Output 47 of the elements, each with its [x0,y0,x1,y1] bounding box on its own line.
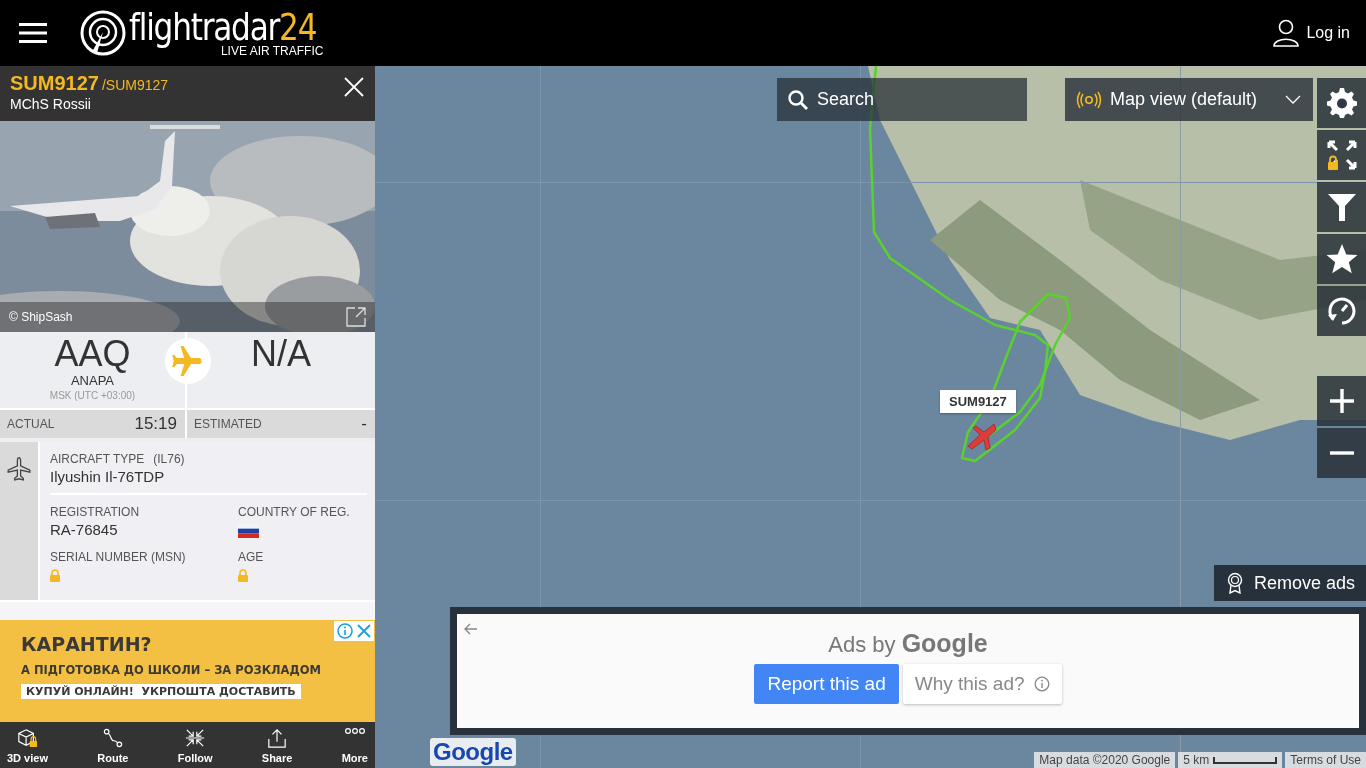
type-code: (IL76) [153,452,185,466]
time-label: ESTIMATED [194,417,262,431]
field-value: RA-76845 [50,521,119,538]
ad-banner[interactable]: КАРАНТИН? А ПІДГОТОВКА ДО ШКОЛИ – ЗА РОЗКЛАДОМ КУПУЙ ОНЛАЙН! УКРПОШТА ДОСТАВИТЬ [0,620,375,722]
operator-name: MChS Rossii [10,96,92,112]
origin-code: AAQ [54,334,131,374]
more-icon [343,728,366,734]
toolbar-button[interactable]: Share [258,722,296,768]
field-label: REGISTRATION [50,505,141,519]
flight-callsign: SUM9127 [10,72,99,94]
toolbar-button[interactable]: More [338,722,371,768]
lock-icon [238,569,248,582]
field-label: SERIAL NUMBER (MSN) [50,550,187,564]
time-value: - [361,414,367,434]
time-value: 15:19 [134,414,177,434]
close-button[interactable] [343,76,365,98]
destination-code: N/A [251,334,311,374]
logo-tagline: LIVE AIR TRAFFIC [220,45,324,57]
close-icon[interactable] [357,624,371,638]
origin-timezone: MSK (UTC +03:00) [49,390,136,401]
airplane-outline-icon [6,456,32,482]
radar-logo-icon [80,10,126,56]
ad-headline: КАРАНТИН? [21,633,153,655]
follow-arrows-icon [184,728,207,748]
lock-icon [50,569,60,582]
time-label: ACTUAL [7,417,55,431]
external-link-icon[interactable] [346,307,366,327]
toolbar-button[interactable]: Follow [174,722,216,768]
share-icon [266,728,289,748]
login-button[interactable]: Log in [1271,15,1352,51]
field-label: AIRCRAFT TYPE [50,452,145,466]
info-icon[interactable] [337,623,353,639]
ad-call-to-action: КУПУЙ ОНЛАЙН! УКРПОШТА ДОСТАВИТЬ [21,684,301,699]
toolbar-button[interactable]: Route [94,722,132,768]
ad-text: А ПІДГОТОВКА ДО ШКОЛИ – ЗА РОЗКЛАДОМ [21,663,322,677]
route-icon [101,728,124,748]
user-icon [1273,19,1300,47]
flight-alt-callsign: /SUM9127 [101,77,169,93]
aircraft-type: Ilyushin Il-76TDP [50,468,166,485]
cube-lock-icon [16,728,39,748]
close-icon [344,77,364,97]
toolbar-button[interactable]: 3D view [4,722,51,768]
photo-credit: © ShipSash [9,310,73,324]
menu-icon[interactable] [19,23,47,43]
origin-city: ANAPA [70,374,115,388]
field-label: COUNTRY OF REG. [238,505,351,519]
field-label: AGE [238,550,265,564]
